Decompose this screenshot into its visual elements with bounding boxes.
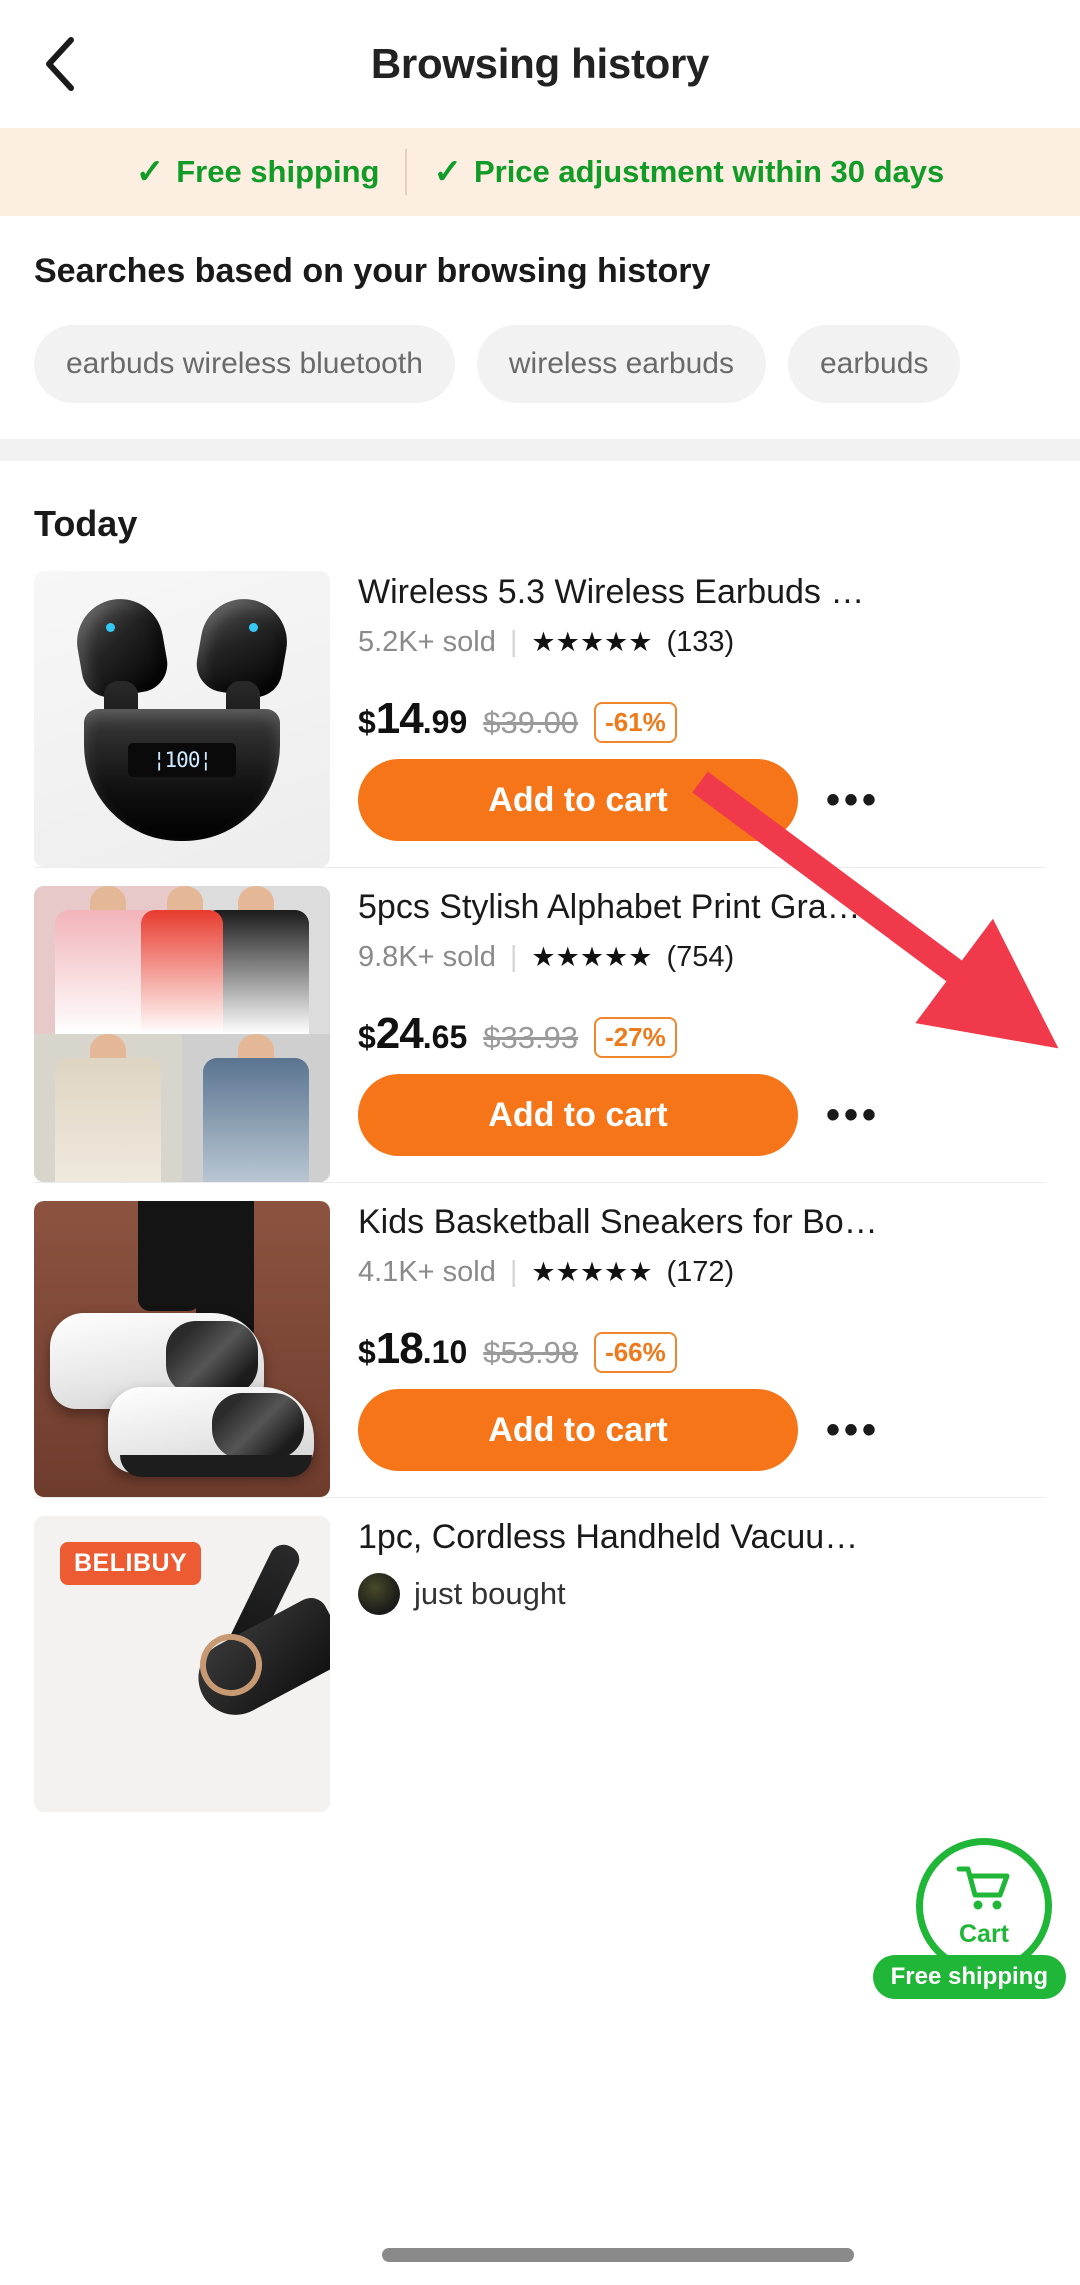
price-currency: $	[358, 704, 376, 740]
add-to-cart-button[interactable]: Add to cart	[358, 759, 798, 841]
section-divider	[0, 439, 1080, 461]
shopping-cart-icon	[956, 1863, 1012, 1918]
check-icon: ✓	[433, 153, 462, 191]
search-chip-1[interactable]: wireless earbuds	[476, 325, 766, 403]
discount-badge: -66%	[594, 1332, 677, 1373]
product-row[interactable]: BELIBUY 1pc, Cordless Handheld Vacuu… ju…	[0, 1516, 1080, 1812]
list-separator	[34, 867, 1046, 868]
price-currency: $	[358, 1019, 376, 1055]
search-chip-0[interactable]: earbuds wireless bluetooth	[34, 325, 455, 403]
product-image-sneakers[interactable]	[34, 1201, 330, 1497]
product-meta: 9.8K+ sold | ★★★★★ (754)	[358, 941, 1046, 974]
discount-badge: -61%	[594, 702, 677, 743]
product-image-earbuds[interactable]: ¦100¦	[34, 571, 330, 867]
promo-price-adjustment: ✓ Price adjustment within 30 days	[405, 149, 970, 195]
just-bought-row: just bought	[358, 1573, 1046, 1616]
add-to-cart-button[interactable]: Add to cart	[358, 1389, 798, 1471]
list-separator	[34, 1497, 1046, 1498]
floating-cart-button[interactable]: Cart	[916, 1838, 1052, 1974]
product-sold-count: 4.1K+ sold	[358, 1256, 496, 1289]
check-icon: ✓	[135, 153, 165, 191]
discount-badge: -27%	[594, 1017, 677, 1058]
product-review-count: (754)	[666, 941, 735, 974]
product-title[interactable]: Wireless 5.3 Wireless Earbuds …	[358, 573, 1046, 612]
just-bought-label: just bought	[414, 1576, 566, 1612]
price-decimal: .65	[422, 1019, 468, 1055]
product-sold-count: 5.2K+ sold	[358, 626, 496, 659]
product-title[interactable]: Kids Basketball Sneakers for Bo…	[358, 1203, 1046, 1242]
price-integer: 14	[375, 694, 424, 743]
product-original-price: $33.93	[483, 1020, 579, 1055]
product-title[interactable]: 1pc, Cordless Handheld Vacuu…	[358, 1518, 1046, 1557]
floating-cart-label: Cart	[958, 1920, 1009, 1948]
price-integer: 24	[375, 1009, 424, 1058]
price-decimal: .10	[422, 1334, 468, 1370]
product-row[interactable]: Kids Basketball Sneakers for Bo… 4.1K+ s…	[0, 1201, 1080, 1497]
product-review-count: (172)	[666, 1256, 735, 1289]
product-meta: 4.1K+ sold | ★★★★★ (172)	[358, 1256, 1046, 1289]
avatar	[358, 1573, 400, 1616]
product-original-price: $39.00	[483, 705, 579, 740]
product-meta: 5.2K+ sold | ★★★★★ (133)	[358, 626, 1046, 659]
belibuy-badge: BELIBUY	[60, 1542, 202, 1585]
search-chip-row[interactable]: earbuds wireless bluetooth wireless earb…	[0, 291, 1080, 439]
more-options-icon[interactable]: •••	[798, 780, 908, 820]
today-section-heading: Today	[0, 461, 1080, 571]
more-options-icon[interactable]: •••	[798, 1095, 908, 1135]
product-stars: ★★★★★	[531, 942, 653, 973]
price-integer: 18	[375, 1324, 424, 1373]
promo-free-shipping: ✓ Free shipping	[110, 149, 406, 195]
product-image-tshirts[interactable]	[34, 886, 330, 1182]
product-action-row: Add to cart •••	[358, 759, 1046, 841]
page-title: Browsing history	[370, 40, 710, 87]
back-button[interactable]	[14, 19, 104, 109]
product-review-count: (133)	[666, 626, 735, 659]
browsing-history-screen: Browsing history ✓ Free shipping ✓ Price…	[0, 0, 1080, 2285]
product-row[interactable]: ¦100¦ Wireless 5.3 Wireless Earbuds … 5.…	[0, 571, 1080, 867]
chevron-left-icon	[42, 36, 76, 92]
price-currency: $	[358, 1334, 376, 1370]
search-chip-2[interactable]: earbuds	[788, 325, 961, 403]
list-separator	[34, 1182, 1046, 1183]
product-stars: ★★★★★	[531, 627, 653, 658]
product-price-row: $18.10 $53.98 -66%	[358, 1324, 1046, 1375]
bottom-scroll-indicator[interactable]	[382, 2248, 854, 2262]
promo-price-adjustment-label: Price adjustment within 30 days	[473, 154, 945, 189]
product-sold-count: 9.8K+ sold	[358, 941, 496, 974]
product-original-price: $53.98	[483, 1335, 579, 1370]
product-image-vacuum[interactable]: BELIBUY	[34, 1516, 330, 1812]
product-title[interactable]: 5pcs Stylish Alphabet Print Gra…	[358, 888, 1046, 927]
searches-section: Searches based on your browsing history …	[0, 216, 1080, 439]
add-to-cart-button[interactable]: Add to cart	[358, 1074, 798, 1156]
price-decimal: .99	[422, 704, 468, 740]
top-app-bar: Browsing history	[0, 0, 1080, 128]
product-action-row: Add to cart •••	[358, 1389, 1046, 1471]
product-price-row: $24.65 $33.93 -27%	[358, 1009, 1046, 1060]
promo-free-shipping-label: Free shipping	[176, 154, 380, 189]
meta-divider: |	[509, 941, 518, 974]
meta-divider: |	[509, 1256, 518, 1289]
product-price-row: $14.99 $39.00 -61%	[358, 694, 1046, 745]
product-stars: ★★★★★	[531, 1257, 653, 1288]
more-options-icon[interactable]: •••	[798, 1410, 908, 1450]
product-row[interactable]: 5pcs Stylish Alphabet Print Gra… 9.8K+ s…	[0, 886, 1080, 1182]
promo-banner: ✓ Free shipping ✓ Price adjustment withi…	[0, 128, 1080, 216]
floating-free-shipping-badge: Free shipping	[872, 1955, 1066, 1999]
searches-title: Searches based on your browsing history	[34, 252, 711, 290]
meta-divider: |	[509, 626, 518, 659]
product-action-row: Add to cart •••	[358, 1074, 1046, 1156]
